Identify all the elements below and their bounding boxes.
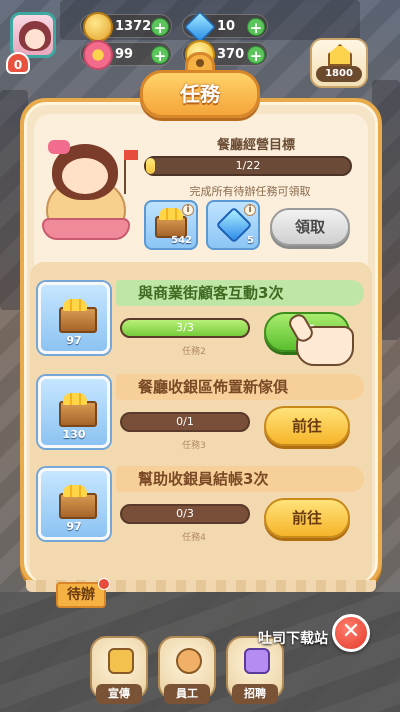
star-value: 370 bbox=[217, 47, 245, 62]
quest-id: 任務4 bbox=[182, 533, 206, 543]
quest-id: 任務2 bbox=[182, 347, 206, 357]
add-coins-button[interactable]: + bbox=[151, 18, 169, 37]
home-upgrade-cost: 1800 bbox=[316, 66, 362, 82]
add-stars-button[interactable]: + bbox=[247, 46, 265, 65]
quest-item: 130 餐廳收銀區佈置新傢俱 0/1 任務3 前往 bbox=[34, 372, 366, 462]
quest-reward-thumb: 130 bbox=[38, 376, 110, 448]
goal-progress-text: 1/22 bbox=[235, 159, 261, 172]
coin-crate-icon bbox=[59, 393, 97, 427]
staff-button[interactable]: 員工 bbox=[158, 636, 216, 704]
close-icon[interactable]: ✕ bbox=[332, 614, 370, 652]
hamster-icon bbox=[176, 648, 202, 674]
watermark-text: 吐司下载站 bbox=[258, 631, 328, 647]
flower-counter: 99 + bbox=[80, 40, 172, 70]
reward-diamond[interactable]: i 5 bbox=[206, 200, 260, 250]
promote-button[interactable]: 宣傳 bbox=[90, 636, 148, 704]
quest-progress-bar: 0/3 bbox=[120, 504, 250, 524]
quest-reward-count: 97 bbox=[66, 334, 82, 347]
quest-reward-count: 130 bbox=[62, 428, 86, 441]
add-gems-button[interactable]: + bbox=[247, 18, 265, 37]
flag-icon bbox=[124, 150, 138, 160]
house-icon bbox=[328, 44, 352, 66]
goal-progress-bar: 1/22 bbox=[144, 156, 352, 176]
info-icon[interactable]: i bbox=[182, 204, 194, 216]
home-upgrade-button[interactable]: 1800 bbox=[310, 38, 368, 88]
panel-title: 任務 bbox=[140, 70, 260, 118]
go-quest-button[interactable]: 前往 bbox=[264, 406, 350, 446]
reward-coin-crate[interactable]: i 542 bbox=[144, 200, 198, 250]
quest-progress-bar: 3/3 bbox=[120, 318, 250, 338]
goal-title: 餐廳經營目標 bbox=[216, 138, 295, 153]
flower-icon bbox=[83, 40, 113, 70]
quest-id: 任務3 bbox=[182, 441, 206, 451]
pending-tab[interactable]: 待辦 bbox=[56, 578, 110, 608]
quest-progress-text: 3/3 bbox=[176, 321, 194, 334]
flower-value: 99 bbox=[115, 47, 134, 62]
quest-progress-text: 0/1 bbox=[176, 415, 194, 428]
info-icon[interactable]: i bbox=[244, 204, 256, 216]
lock-icon bbox=[108, 648, 134, 674]
quest-title: 與商業街顧客互動3次 bbox=[116, 280, 364, 306]
gem-value: 10 bbox=[217, 19, 236, 34]
phone-icon bbox=[244, 648, 270, 674]
coin-crate-icon bbox=[59, 485, 97, 519]
reward-count: 542 bbox=[171, 235, 192, 246]
gem-counter: 10 + bbox=[182, 11, 268, 43]
recruit-label: 招聘 bbox=[232, 684, 278, 704]
promote-label: 宣傳 bbox=[96, 684, 142, 704]
add-flowers-button[interactable]: + bbox=[151, 46, 169, 65]
mascot-character bbox=[38, 136, 138, 248]
claim-goal-button[interactable]: 領取 bbox=[270, 208, 350, 246]
player-level-badge: 0 bbox=[6, 52, 30, 74]
quest-progress-bar: 0/1 bbox=[120, 412, 250, 432]
quest-title: 幫助收銀員結帳3次 bbox=[116, 466, 364, 492]
quest-reward-thumb: 97 bbox=[38, 468, 110, 540]
goal-hint: 完成所有待辦任務可領取 bbox=[189, 185, 311, 198]
coin-icon bbox=[83, 12, 113, 42]
quest-reward-count: 97 bbox=[66, 520, 82, 533]
coin-counter: 1372 + bbox=[80, 12, 172, 42]
staff-label: 員工 bbox=[164, 684, 210, 704]
tutorial-hand-pointer bbox=[296, 326, 354, 366]
coin-crate-icon bbox=[59, 299, 97, 333]
quest-progress-text: 0/3 bbox=[176, 507, 194, 520]
reward-count: 5 bbox=[247, 235, 254, 246]
quest-reward-thumb: 97 bbox=[38, 282, 110, 354]
quest-title: 餐廳收銀區佈置新傢俱 bbox=[116, 374, 364, 400]
coin-value: 1372 bbox=[115, 19, 152, 34]
go-quest-button[interactable]: 前往 bbox=[264, 498, 350, 538]
quest-item: 97 幫助收銀員結帳3次 0/3 任務4 前往 bbox=[34, 464, 366, 554]
